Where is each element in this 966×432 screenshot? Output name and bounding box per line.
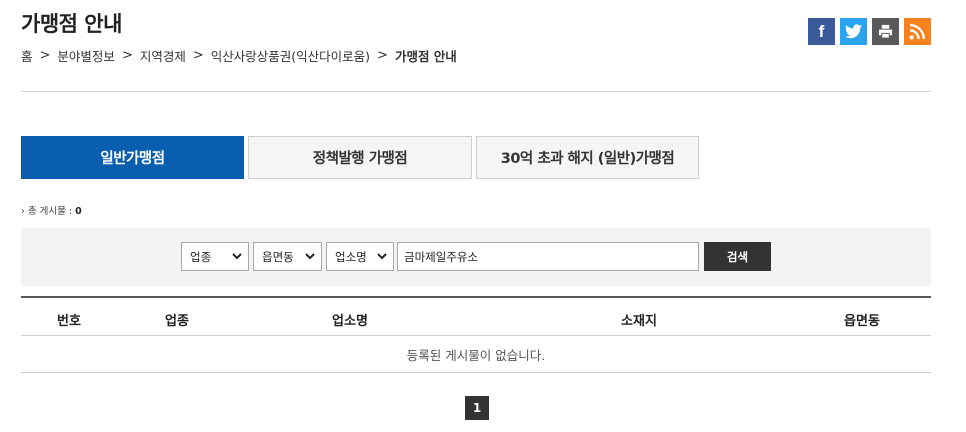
page-title: 가맹점 안내 — [21, 12, 122, 36]
tab-policy-merchants[interactable]: 정책발행 가맹점 — [248, 136, 472, 179]
search-button[interactable]: 검색 — [704, 242, 771, 271]
total-count: › 총 게시물 : 0 — [21, 203, 82, 217]
column-header-business-name: 업소명 — [332, 314, 368, 329]
search-input[interactable]: 금마제일주유소 — [397, 242, 699, 271]
pagination-page-1[interactable]: 1 — [465, 396, 489, 420]
merchant-table: 번호 업종 업소명 소재지 읍면동 등록된 게시물이 없습니다. — [21, 296, 931, 373]
search-field-select[interactable]: 업소명 — [326, 242, 394, 271]
category-select[interactable]: 업종 — [181, 242, 249, 271]
breadcrumb-home[interactable]: 홈 — [21, 46, 33, 65]
total-value: 0 — [75, 206, 82, 217]
breadcrumb-category[interactable]: 분야별정보 — [57, 46, 115, 65]
column-header-address: 소재지 — [621, 314, 657, 329]
search-field-select-value: 업소명 — [335, 249, 367, 264]
rss-icon[interactable] — [904, 18, 931, 45]
chevron-down-icon — [305, 253, 315, 260]
column-header-number: 번호 — [57, 314, 81, 329]
column-header-category: 업종 — [165, 314, 189, 329]
header-divider — [21, 91, 931, 92]
tab-terminated-merchants[interactable]: 30억 초과 해지 (일반)가맹점 — [476, 136, 699, 179]
breadcrumb-current: 가맹점 안내 — [394, 49, 457, 64]
breadcrumb-subsection[interactable]: 익산사랑상품권(익산다이로움) — [211, 46, 370, 65]
table-header: 번호 업종 업소명 소재지 읍면동 — [21, 296, 931, 336]
category-select-value: 업종 — [190, 249, 212, 264]
search-panel: 업종 읍면동 업소명 금마제일주유소 검색 — [21, 228, 931, 286]
district-select-value: 읍면동 — [262, 249, 294, 264]
total-label: 총 게시물 : — [27, 206, 76, 217]
chevron-down-icon — [232, 253, 242, 260]
chevron-right-icon: > — [377, 48, 388, 63]
bullet-icon: › — [21, 206, 25, 217]
breadcrumb: 홈 > 분야별정보 > 지역경제 > 익산사랑상품권(익산다이로움) > 가맹점… — [21, 46, 457, 65]
tab-general-merchants[interactable]: 일반가맹점 — [21, 136, 244, 179]
print-icon[interactable] — [872, 18, 899, 45]
facebook-icon[interactable]: f — [808, 18, 835, 45]
chevron-down-icon — [377, 253, 387, 260]
chevron-right-icon: > — [192, 48, 204, 63]
chevron-right-icon: > — [121, 48, 133, 63]
district-select[interactable]: 읍면동 — [253, 242, 322, 271]
merchant-tabs: 일반가맹점 정책발행 가맹점 30억 초과 해지 (일반)가맹점 — [21, 136, 699, 179]
twitter-icon[interactable] — [840, 18, 867, 45]
breadcrumb-section[interactable]: 지역경제 — [140, 46, 186, 65]
chevron-right-icon: > — [39, 48, 51, 63]
share-buttons: f — [808, 18, 931, 45]
column-header-district: 읍면동 — [844, 314, 880, 329]
empty-message: 등록된 게시물이 없습니다. — [21, 336, 931, 373]
